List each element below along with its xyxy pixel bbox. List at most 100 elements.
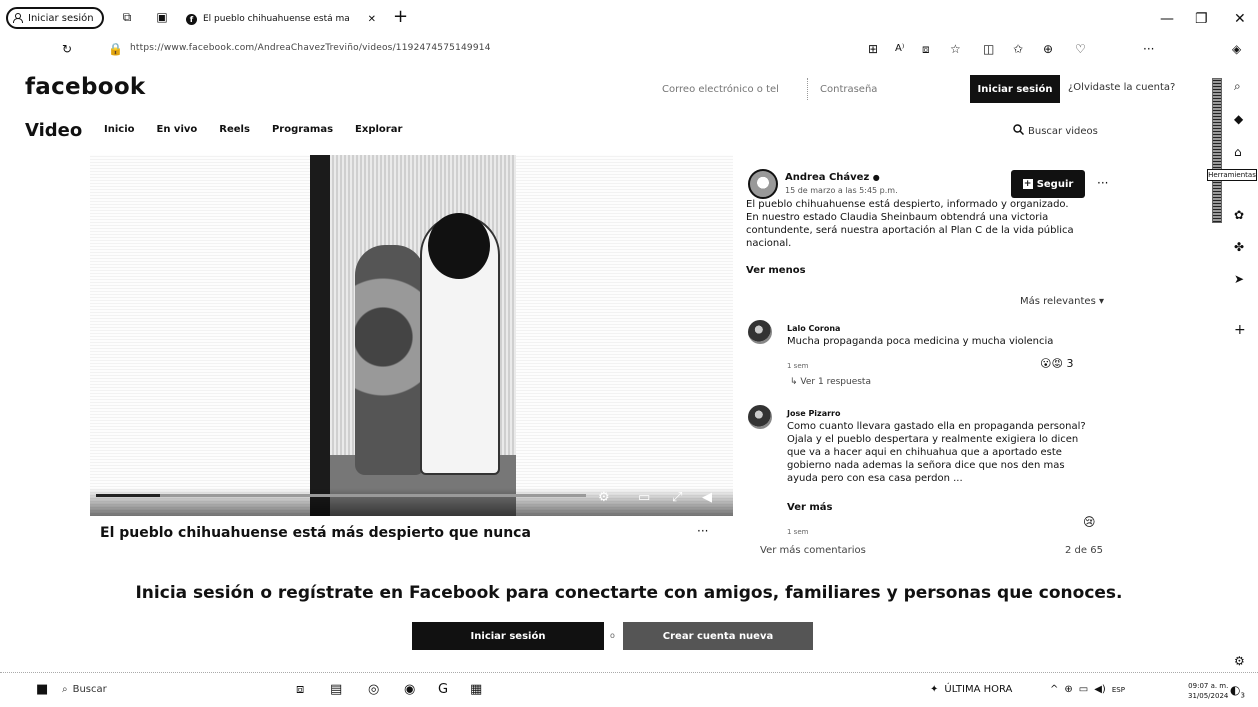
tab-active[interactable]: f El pueblo chihuahuense está ma ✕ <box>186 8 376 30</box>
chrome-icon[interactable]: ◉ <box>404 683 415 697</box>
video-player[interactable]: ⚙ ▭ ⤢ ◀ <box>90 155 733 516</box>
close-window-icon[interactable]: ✕ <box>1234 12 1246 26</box>
sidebar-settings-icon[interactable]: ⚙ <box>1234 654 1245 668</box>
tag-icon[interactable]: ◆ <box>1234 112 1243 126</box>
see-more-link[interactable]: Ver más <box>787 502 833 513</box>
view-replies-label: Ver 1 respuesta <box>800 377 871 387</box>
tab-actions-icon[interactable]: ▣ <box>155 10 169 24</box>
commenter-avatar[interactable] <box>748 320 772 344</box>
comment-time[interactable]: 1 sem <box>787 362 808 370</box>
author-name-text: Andrea Chávez <box>785 172 870 183</box>
follow-button[interactable]: + Seguir <box>1011 170 1085 198</box>
google-icon[interactable]: G <box>438 683 448 697</box>
read-aloud-icon[interactable]: A⁾ <box>895 42 904 56</box>
system-tray[interactable]: ^ ⊕ ▭ ◀) ESP <box>1050 684 1125 695</box>
comment-sort[interactable]: Más relevantes ▾ <box>1020 296 1104 307</box>
taskbar-search[interactable]: ⌕ Buscar <box>62 684 107 695</box>
refresh-icon[interactable]: ↻ <box>62 42 72 56</box>
notification-center[interactable]: ◐3 <box>1230 683 1245 699</box>
add-sidebar-icon[interactable]: + <box>1234 322 1246 338</box>
video-search-placeholder: Buscar videos <box>1028 125 1098 137</box>
copilot-icon[interactable]: ◈ <box>1232 42 1241 56</box>
extension-icon[interactable]: ⧈ <box>922 42 930 56</box>
cta-login-button[interactable]: Iniciar sesión <box>412 622 604 650</box>
clock[interactable]: 09:07 a. m. 31/05/2024 <box>1188 681 1228 701</box>
volume-icon[interactable]: ◀ <box>702 490 712 505</box>
tab-close-icon[interactable]: ✕ <box>368 14 376 25</box>
search-sidebar-icon[interactable]: ⌕ <box>1234 79 1241 94</box>
video-more-button[interactable]: ··· <box>697 524 708 538</box>
user-icon <box>12 12 24 24</box>
create-account-button[interactable]: Crear cuenta nueva <box>623 622 813 650</box>
video-search[interactable]: Buscar videos <box>1013 124 1098 138</box>
favorites-icon[interactable]: ✩ <box>1013 42 1023 56</box>
cta-or: o <box>610 631 615 640</box>
split-screen-icon[interactable]: ◫ <box>983 42 994 56</box>
forgot-account-link[interactable]: ¿Olvidaste la cuenta? <box>1068 82 1175 93</box>
language-label[interactable]: ESP <box>1112 686 1125 694</box>
toolbox-icon[interactable]: ⌂ <box>1234 145 1242 159</box>
sort-label: Más relevantes <box>1020 296 1096 307</box>
commenter-avatar[interactable] <box>748 405 772 429</box>
url-field[interactable]: https://www.facebook.com/AndreaChavezTre… <box>130 43 491 53</box>
nav-explorar[interactable]: Explorar <box>355 124 402 135</box>
scrollbar[interactable] <box>1212 78 1222 223</box>
post-text: El pueblo chihuahuense está despierto, i… <box>746 198 1116 250</box>
comment-time[interactable]: 1 sem <box>787 528 808 536</box>
office-icon[interactable]: ✤ <box>1234 240 1244 254</box>
star-icon[interactable]: ☆ <box>950 42 961 56</box>
nav-programas[interactable]: Programas <box>272 124 333 135</box>
games-icon[interactable]: ✿ <box>1234 208 1244 222</box>
video-progress-bar[interactable] <box>96 494 586 497</box>
video-progress-fill <box>96 494 160 497</box>
task-view-icon[interactable]: ⧈ <box>296 683 304 697</box>
more-comments-link[interactable]: Ver más comentarios <box>760 545 866 556</box>
send-icon[interactable]: ➤ <box>1234 272 1244 286</box>
login-button[interactable]: Iniciar sesión <box>970 75 1060 103</box>
settings-more-icon[interactable]: ··· <box>1143 42 1154 56</box>
fullscreen-icon[interactable]: ⤢ <box>672 490 682 505</box>
nav-reels[interactable]: Reels <box>219 124 250 135</box>
news-widget[interactable]: ✦ ÚLTIMA HORA <box>930 684 1012 695</box>
picture-in-picture-icon[interactable]: ▭ <box>638 490 650 505</box>
caret-down-icon: ▾ <box>1098 296 1105 307</box>
author-name[interactable]: Andrea Chávez ● <box>785 172 880 183</box>
taskbar-search-label: Buscar <box>72 684 107 695</box>
post-date[interactable]: 15 de marzo a las 5:45 p.m. <box>785 186 898 195</box>
facebook-logo[interactable]: facebook <box>25 74 146 100</box>
commenter-name[interactable]: Lalo Corona <box>787 324 840 333</box>
collections-icon[interactable]: ⊕ <box>1043 42 1053 56</box>
profile-button[interactable]: Iniciar sesión <box>6 7 104 29</box>
store-icon[interactable]: ▦ <box>470 683 482 697</box>
new-tab-button[interactable]: + <box>393 8 408 26</box>
see-less-link[interactable]: Ver menos <box>746 265 806 276</box>
reaction-summary[interactable]: 😮😡 3 <box>1040 357 1073 370</box>
windows-start-icon[interactable]: ■ <box>36 683 48 697</box>
volume-icon[interactable]: ◀) <box>1094 684 1106 695</box>
lock-icon[interactable]: 🔒 <box>108 42 123 56</box>
edge-icon[interactable]: ◎ <box>368 683 379 697</box>
nav-en-vivo[interactable]: En vivo <box>157 124 198 135</box>
email-field[interactable] <box>658 78 808 100</box>
profile-label: Iniciar sesión <box>28 12 94 24</box>
monitor-icon[interactable]: ▭ <box>1079 684 1088 695</box>
apps-icon[interactable]: ⊞ <box>868 42 878 56</box>
commenter-name[interactable]: Jose Pizarro <box>787 409 841 418</box>
network-icon[interactable]: ⊕ <box>1064 684 1072 695</box>
minimize-icon[interactable]: — <box>1160 12 1174 26</box>
chevron-up-icon[interactable]: ^ <box>1050 684 1058 695</box>
file-explorer-icon[interactable]: ▤ <box>330 683 342 697</box>
clock-time: 09:07 a. m. <box>1188 682 1229 690</box>
workspaces-icon[interactable]: ⧉ <box>120 10 134 24</box>
nav-inicio[interactable]: Inicio <box>104 124 135 135</box>
browser-essentials-icon[interactable]: ♡ <box>1075 42 1086 56</box>
restore-icon[interactable]: ❐ <box>1195 12 1208 26</box>
post-more-button[interactable]: ··· <box>1097 176 1108 190</box>
password-field[interactable] <box>816 78 956 100</box>
facebook-favicon-icon: f <box>186 13 197 25</box>
settings-gear-icon[interactable]: ⚙ <box>598 490 610 505</box>
signup-prompt: Inicia sesión o regístrate en Facebook p… <box>135 583 1123 603</box>
reaction-icon[interactable]: 😢 <box>1083 515 1096 529</box>
author-avatar[interactable] <box>748 169 778 199</box>
view-replies-link[interactable]: ↳ Ver 1 respuesta <box>790 377 871 387</box>
